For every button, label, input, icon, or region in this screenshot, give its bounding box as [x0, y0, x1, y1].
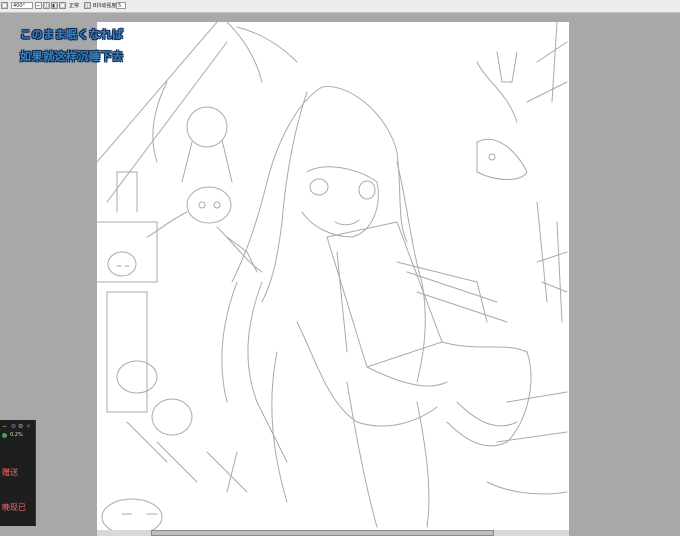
scrollbar-thumb[interactable]: [151, 530, 494, 536]
rotate-left-button[interactable]: ⌐: [35, 2, 42, 9]
close-icon[interactable]: ✕: [26, 423, 31, 430]
stabilizer-label: B抖动强度: [93, 3, 117, 9]
link-icon[interactable]: ⊘: [11, 423, 16, 430]
zoom-field[interactable]: 400°: [11, 2, 33, 9]
toolbar: □ 400° ⌐ ◫ ◧ □ 正常 ◫ B抖动强度 5: [0, 0, 680, 13]
notice-label: 晚现已: [2, 503, 26, 512]
view-button[interactable]: ◧: [51, 2, 58, 9]
settings-icon[interactable]: ⚙: [18, 423, 23, 430]
stabilizer-value-field[interactable]: 5: [116, 2, 126, 9]
brush-option-icon[interactable]: ◫: [84, 2, 91, 9]
flip-button[interactable]: ◫: [43, 2, 50, 9]
drawing-canvas[interactable]: [97, 22, 569, 530]
sketch-illustration: [97, 22, 568, 530]
lyric-line-chinese: 如果就这样沉睡下去: [20, 50, 124, 63]
stream-side-panel: − ⊘ ⚙ ✕ 0.2% 赠送 晚现已: [0, 420, 36, 526]
reset-button[interactable]: □: [59, 2, 66, 9]
gift-label: 赠送: [2, 468, 18, 477]
blend-mode-label[interactable]: 正常: [69, 2, 79, 10]
minus-icon[interactable]: −: [2, 423, 7, 430]
percent-value: 0.2%: [10, 432, 23, 438]
toolbar-toggle-button[interactable]: □: [1, 2, 8, 9]
status-dot-icon: [2, 433, 7, 438]
lyric-line-japanese: このまま眠くなれば: [20, 28, 124, 41]
horizontal-scrollbar[interactable]: [97, 530, 569, 536]
